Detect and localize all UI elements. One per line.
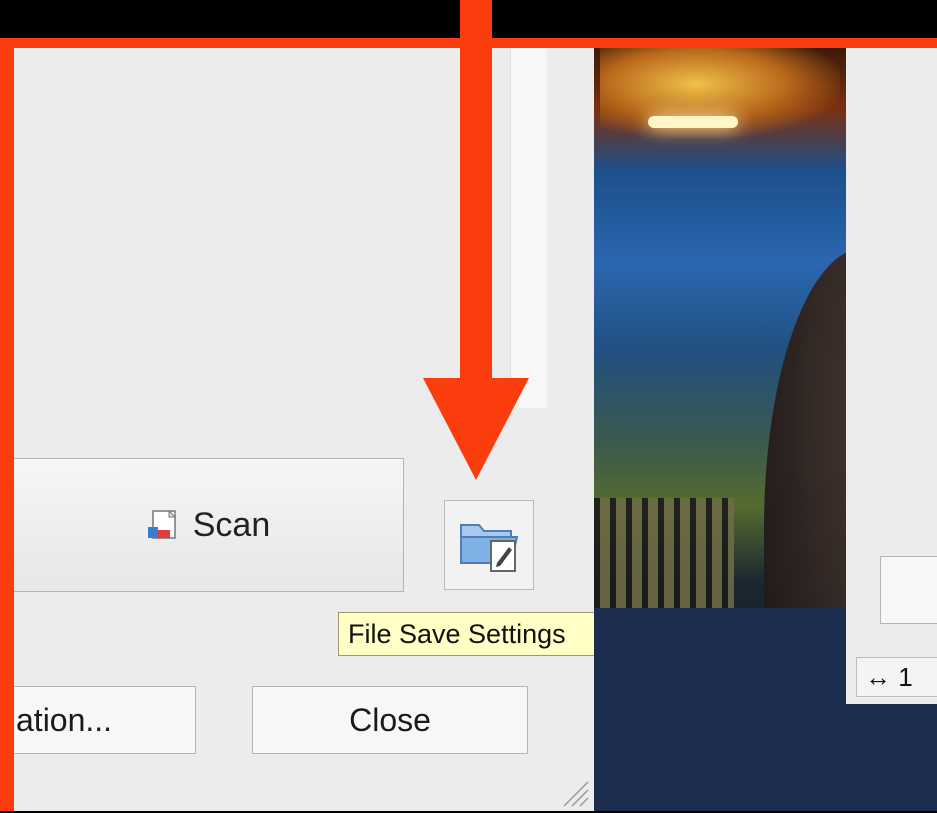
scan-document-icon	[147, 509, 179, 540]
photo-railing	[594, 498, 734, 618]
close-button[interactable]: Close	[252, 686, 528, 754]
width-arrows-icon: ↔	[865, 662, 891, 692]
dimension-field[interactable]: ↔ 1	[856, 657, 937, 697]
photo-lamp	[648, 116, 738, 128]
folder-settings-icon	[457, 511, 521, 580]
scan-button[interactable]: Scan	[14, 458, 404, 592]
scroll-area[interactable]	[510, 48, 547, 408]
file-save-settings-tooltip: File Save Settings	[338, 612, 638, 656]
calibration-button[interactable]: ation...	[14, 686, 196, 754]
annotation-arrow-head	[423, 378, 529, 480]
scan-button-label: Scan	[192, 505, 271, 544]
file-save-settings-button[interactable]	[444, 500, 534, 590]
annotation-arrow-shaft	[460, 0, 492, 400]
dimension-value: 1	[898, 662, 913, 692]
resize-grip[interactable]	[560, 778, 590, 808]
right-panel-button[interactable]	[880, 556, 937, 624]
highlight-frame-top	[594, 38, 937, 48]
